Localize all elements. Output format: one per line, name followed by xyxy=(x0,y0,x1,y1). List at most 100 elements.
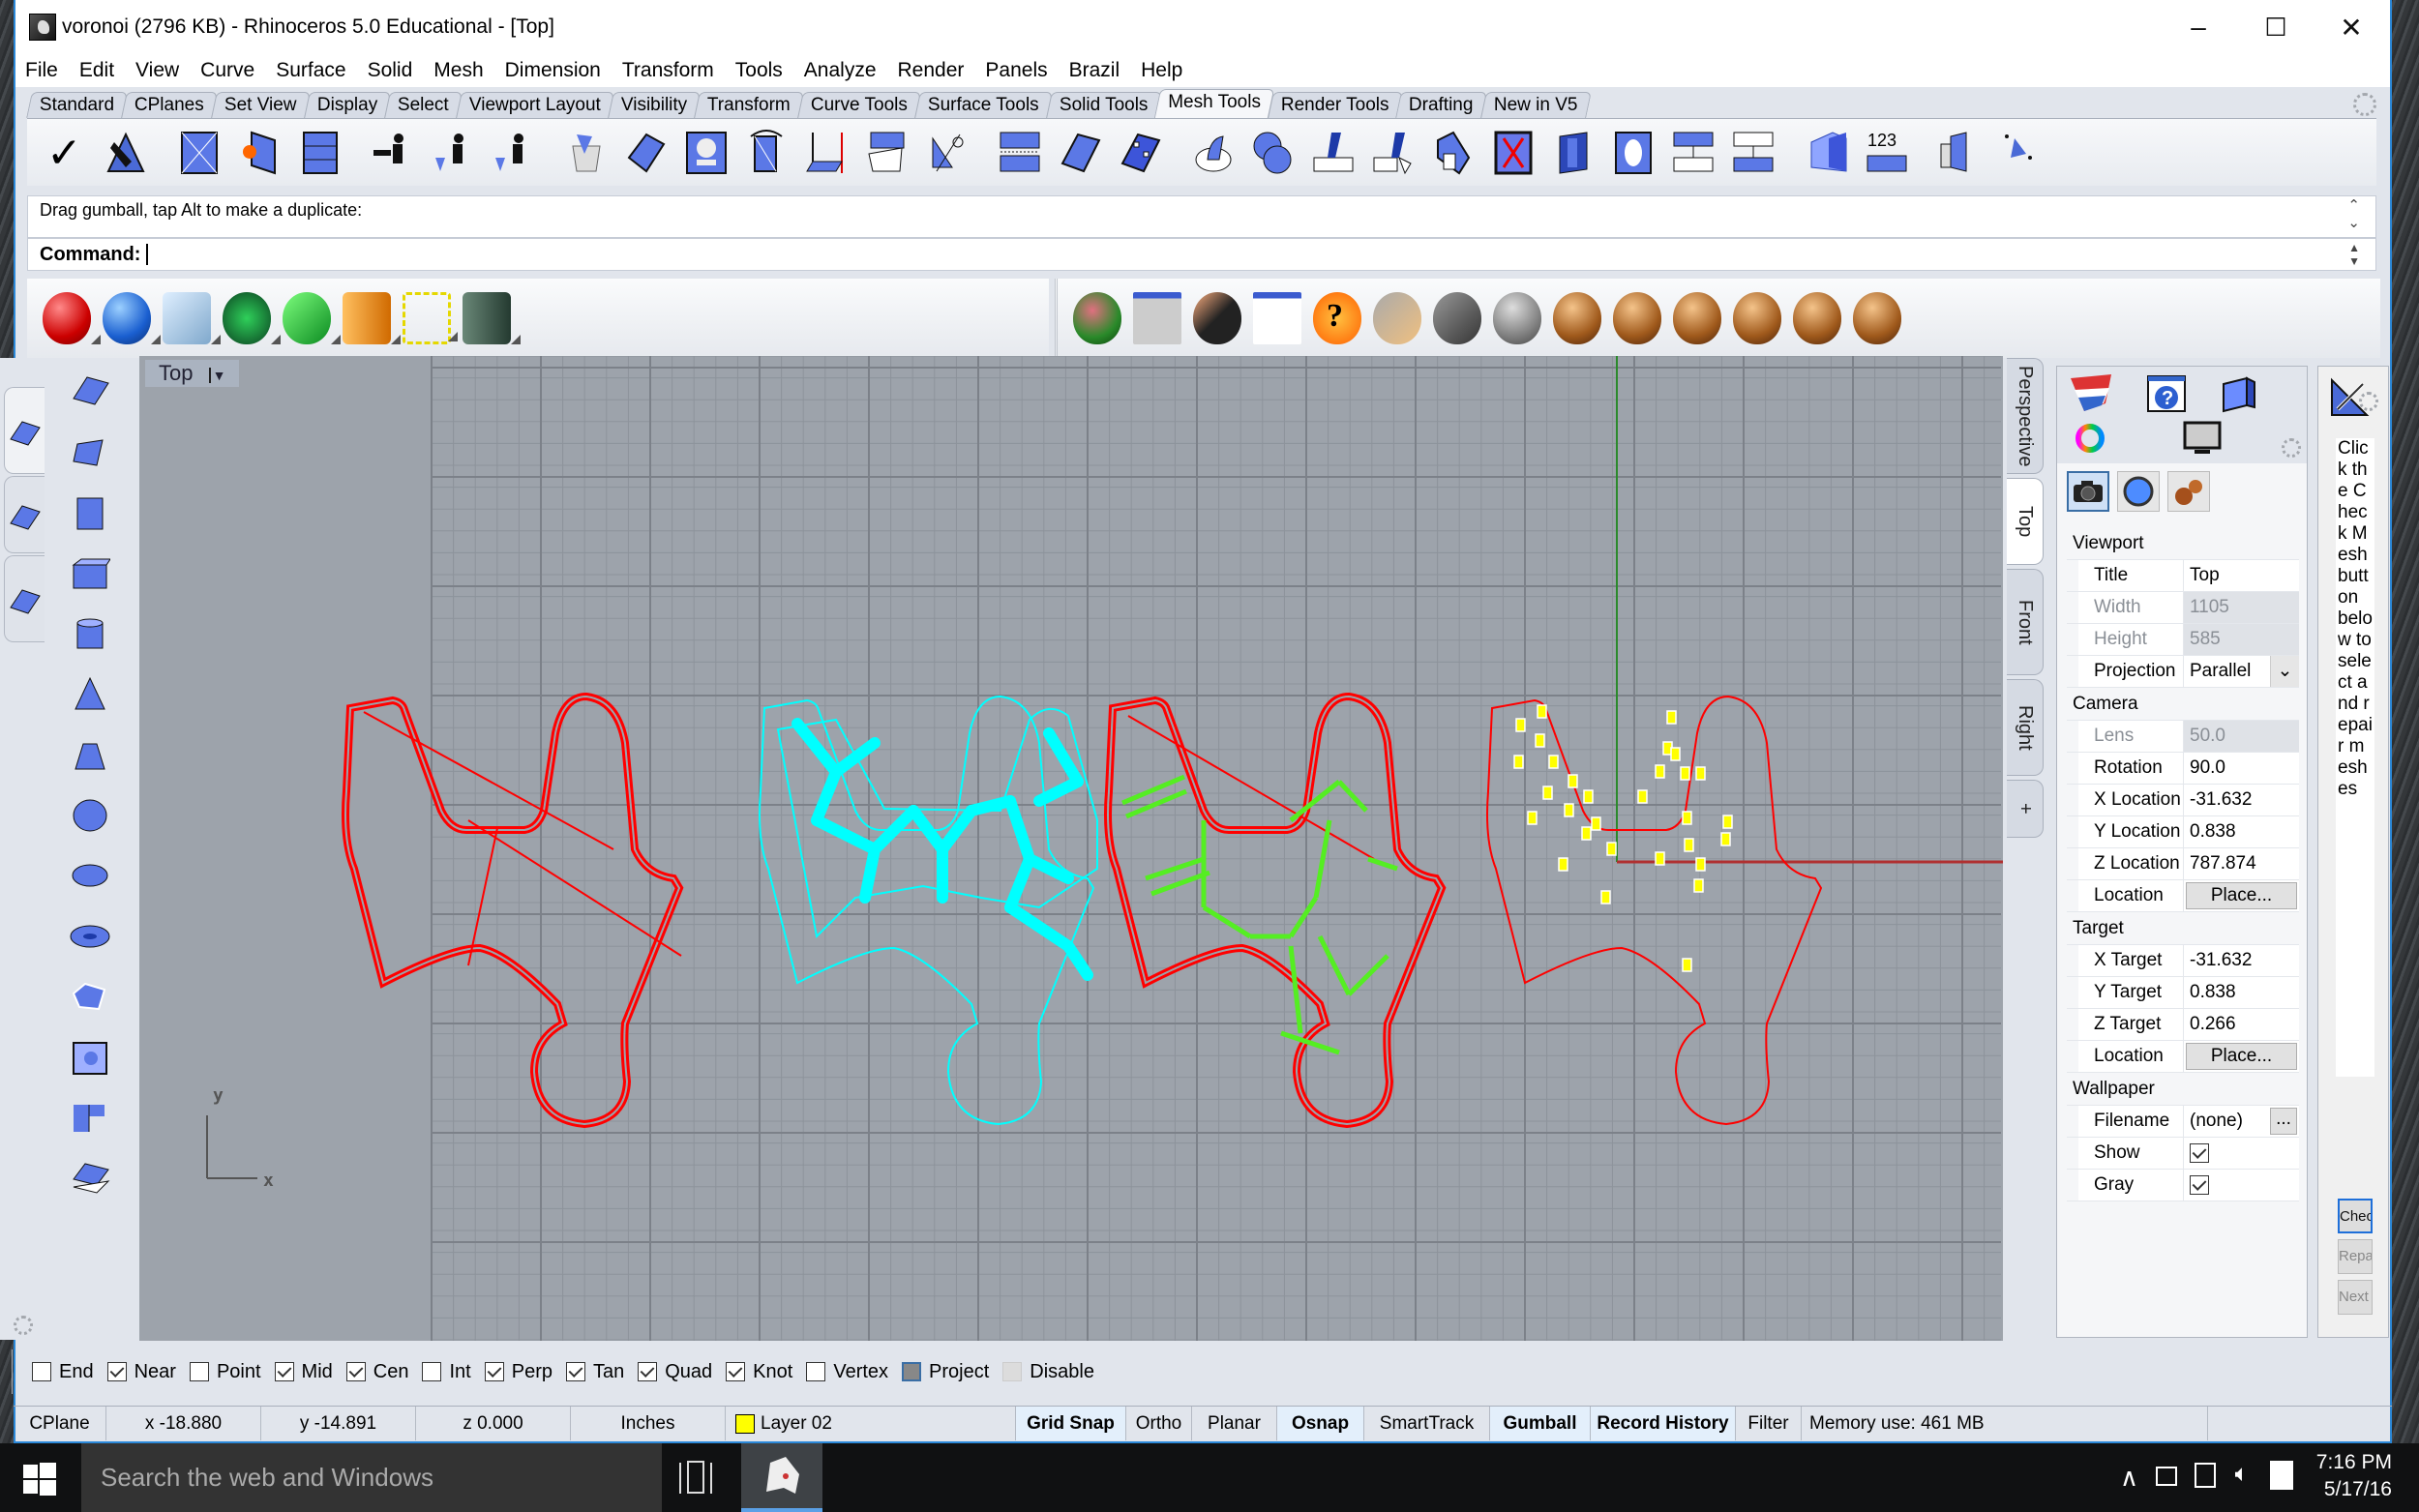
mesh-sphere-icon[interactable] xyxy=(1190,129,1237,177)
toggle-osnap[interactable]: Osnap xyxy=(1277,1407,1364,1440)
mesh-fill-hole-icon[interactable] xyxy=(236,129,283,177)
surface-plane-icon[interactable] xyxy=(70,494,110,531)
split-surface-icon[interactable] xyxy=(70,1099,110,1136)
panel-gear-icon[interactable] xyxy=(2282,438,2301,458)
mesh-outline-icon[interactable] xyxy=(1550,129,1597,177)
minimize-button[interactable]: – xyxy=(2160,0,2237,54)
toggle-gumball[interactable]: Gumball xyxy=(1490,1407,1591,1440)
sun-icon[interactable] xyxy=(1433,292,1481,344)
material-dark-icon[interactable] xyxy=(463,292,521,344)
cplane-indicator[interactable]: CPlane xyxy=(14,1407,106,1440)
project-checkbox[interactable] xyxy=(902,1362,922,1381)
mesh-box-icon[interactable] xyxy=(1250,129,1297,177)
property-value[interactable]: (none)... xyxy=(2183,1106,2299,1137)
mesh-curvature-icon[interactable] xyxy=(1430,129,1477,177)
project-to-mesh-icon[interactable] xyxy=(863,129,910,177)
vertex-checkbox[interactable] xyxy=(806,1362,826,1381)
mesh-points-icon[interactable]: 123 xyxy=(1864,129,1910,177)
network-icon[interactable] xyxy=(2195,1463,2216,1488)
extract-mesh-faces-icon[interactable] xyxy=(563,129,610,177)
perp-checkbox[interactable] xyxy=(484,1362,504,1381)
sphere-icon[interactable] xyxy=(2117,471,2160,512)
viewport-menu-chevron-icon[interactable]: ▼ xyxy=(208,368,226,383)
command-spin-down-icon[interactable]: ▼ xyxy=(2348,254,2360,268)
cylinder-icon[interactable] xyxy=(70,615,110,652)
selection-box-icon[interactable] xyxy=(403,292,458,344)
property-value[interactable]: Place... xyxy=(2183,880,2299,911)
volume-icon[interactable]: 🔈︎ xyxy=(2235,1461,2249,1488)
toggle-record-history[interactable]: Record History xyxy=(1591,1407,1736,1440)
property-value[interactable]: 0.838 xyxy=(2183,816,2299,847)
tab-solid-tools[interactable]: Solid Tools xyxy=(1045,92,1161,118)
help-tab-icon[interactable]: ? xyxy=(2140,371,2191,417)
property-value[interactable]: 0.266 xyxy=(2183,1009,2299,1040)
menu-surface[interactable]: Surface xyxy=(276,59,345,82)
gray-checkbox[interactable] xyxy=(2190,1174,2209,1195)
osnap-knot[interactable]: Knot xyxy=(726,1361,792,1383)
layer-indicator[interactable]: Layer 02 xyxy=(726,1407,1016,1440)
torus-icon[interactable] xyxy=(70,918,110,955)
viewport-canvas[interactable]: yx xyxy=(139,356,2003,1341)
next-button[interactable]: Next xyxy=(2338,1280,2373,1315)
show-checkbox[interactable] xyxy=(2190,1142,2209,1163)
tab-drafting[interactable]: Drafting xyxy=(1395,92,1487,118)
toolbar-gear-icon[interactable] xyxy=(2353,93,2376,116)
tan-checkbox[interactable] xyxy=(565,1362,585,1381)
heightfield-icon[interactable] xyxy=(70,1039,110,1076)
tab-visibility[interactable]: Visibility xyxy=(607,92,701,118)
show-hidden-icons-icon[interactable]: ∧ xyxy=(2120,1463,2138,1493)
swap-mesh-edge-icon[interactable] xyxy=(743,129,790,177)
menu-file[interactable]: File xyxy=(25,59,58,82)
rhino-taskbar-button[interactable] xyxy=(741,1443,822,1512)
end-checkbox[interactable] xyxy=(32,1362,51,1381)
osnap-disable[interactable]: Disable xyxy=(1002,1361,1094,1383)
mesh-labels-icon[interactable] xyxy=(1937,129,1984,177)
property-value[interactable] xyxy=(2183,1138,2299,1169)
menu-view[interactable]: View xyxy=(135,59,179,82)
tab-surface-tools[interactable]: Surface Tools xyxy=(913,92,1053,118)
near-checkbox[interactable] xyxy=(106,1362,127,1381)
menu-render[interactable]: Render xyxy=(898,59,965,82)
osnap-project[interactable]: Project xyxy=(902,1361,989,1383)
transform-tools-tab[interactable] xyxy=(4,555,45,642)
property-value[interactable]: 787.874 xyxy=(2183,848,2299,879)
tab-render-tools[interactable]: Render Tools xyxy=(1267,92,1403,118)
menu-curve[interactable]: Curve xyxy=(200,59,254,82)
render-2-icon[interactable] xyxy=(1613,292,1661,344)
color-wheel-icon[interactable] xyxy=(2071,417,2121,463)
tab-new-in-v5[interactable]: New in V5 xyxy=(1480,92,1592,118)
mesh-to-nurb-icon[interactable] xyxy=(1117,129,1163,177)
disable-checkbox[interactable] xyxy=(1002,1362,1023,1381)
sphere-icon[interactable] xyxy=(70,797,110,834)
unify-mesh-normals-icon[interactable] xyxy=(490,129,536,177)
render-1-icon[interactable] xyxy=(1553,292,1601,344)
render-3-icon[interactable] xyxy=(1673,292,1721,344)
material-red-icon[interactable] xyxy=(43,292,101,344)
maximize-button[interactable]: ☐ xyxy=(2237,0,2314,54)
help-icon[interactable]: ? xyxy=(1313,292,1361,344)
mesh-from-polyline-icon[interactable] xyxy=(176,129,223,177)
tab-viewport-layout[interactable]: Viewport Layout xyxy=(455,92,614,118)
surface-from-points-icon[interactable] xyxy=(70,373,110,410)
flip-mesh-icon[interactable] xyxy=(1057,129,1103,177)
environment-editor-icon[interactable] xyxy=(1253,292,1301,344)
mesh-trim-icon[interactable] xyxy=(923,129,970,177)
mesh-quad-to-triangle-icon[interactable] xyxy=(296,129,343,177)
tab-select[interactable]: Select xyxy=(384,92,463,118)
mesh-extract-part-icon[interactable] xyxy=(1730,129,1777,177)
mid-checkbox[interactable] xyxy=(274,1362,294,1381)
tab-mesh-tools[interactable]: Mesh Tools xyxy=(1153,89,1275,118)
browse-button[interactable]: ... xyxy=(2270,1108,2297,1135)
osnap-int[interactable]: Int xyxy=(422,1361,471,1383)
viewport-title-tab[interactable]: Top ▼ xyxy=(145,360,240,387)
render-settings-icon[interactable] xyxy=(1133,292,1181,344)
command-spin-up-icon[interactable]: ▲ xyxy=(2348,241,2360,254)
windows-start-icon[interactable] xyxy=(23,1463,56,1501)
close-button[interactable]: ✕ xyxy=(2313,0,2390,54)
ellipsoid-icon[interactable] xyxy=(70,857,110,894)
viewport-tab-perspective[interactable]: Perspective xyxy=(2007,358,2044,474)
box-icon[interactable] xyxy=(70,555,111,592)
menu-transform[interactable]: Transform xyxy=(622,59,714,82)
osnap-quad[interactable]: Quad xyxy=(638,1361,712,1383)
menu-tools[interactable]: Tools xyxy=(735,59,783,82)
